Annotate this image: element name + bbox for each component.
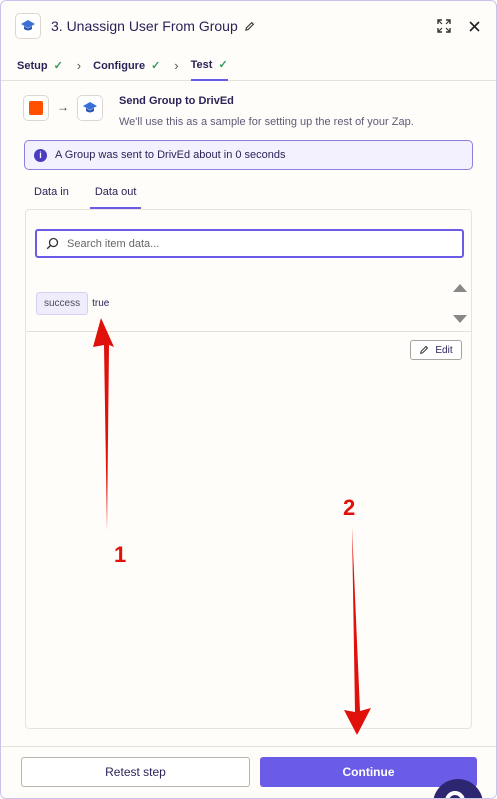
edit-label: Edit [435, 344, 453, 356]
step-tabs: Setup ✓ › Configure ✓ › Test ✓ [1, 51, 496, 81]
pencil-icon [244, 21, 254, 31]
step-configure[interactable]: Configure ✓ [93, 51, 160, 81]
annotation-label-1: 1 [114, 542, 127, 567]
field-value: true [92, 298, 110, 309]
chat-icon [445, 791, 465, 798]
tab-data-in[interactable]: Data in [29, 181, 74, 209]
panel-header: 3. Unassign User From Group [1, 1, 496, 51]
tab-data-out[interactable]: Data out [89, 181, 142, 209]
close-icon [468, 20, 480, 32]
action-title: Send Group to DrivEd [119, 95, 234, 107]
zapier-app-icon [23, 95, 49, 121]
zapier-square-icon [29, 101, 43, 115]
search-input[interactable] [67, 237, 447, 250]
drived-app-icon [77, 95, 103, 121]
chevron-right-icon: › [76, 58, 82, 73]
annotation-label-2: 2 [343, 495, 356, 520]
info-text: A Group was sent to DrivEd about in 0 se… [55, 149, 286, 161]
expand-icon [437, 19, 451, 33]
edit-button[interactable]: Edit [410, 340, 462, 360]
page-title: 3. Unassign User From Group [51, 18, 238, 34]
check-icon: ✓ [218, 59, 228, 71]
step-panel: 3. Unassign User From Group Setup ✓ › Co… [0, 0, 497, 799]
graduation-cap-icon [21, 20, 35, 31]
scroll-down-button[interactable] [453, 315, 467, 323]
search-icon [46, 237, 59, 250]
data-row: success true [36, 292, 109, 315]
step-label: Test [190, 58, 213, 71]
step-test[interactable]: Test ✓ [190, 51, 228, 81]
divider [26, 331, 471, 332]
data-tabs: Data in Data out [29, 181, 142, 209]
expand-button[interactable] [436, 18, 452, 34]
step-label: Setup [17, 59, 48, 72]
info-icon: i [34, 148, 47, 162]
data-out-panel: success true Edit [25, 209, 472, 729]
field-key[interactable]: success [36, 292, 89, 315]
pencil-icon [420, 345, 429, 355]
chevron-right-icon: › [174, 58, 179, 73]
step-setup[interactable]: Setup ✓ [17, 51, 63, 81]
graduation-cap-icon [83, 102, 97, 113]
arrow-right-icon: → [57, 100, 69, 114]
rename-button[interactable] [244, 21, 255, 32]
action-summary: → Send Group to DrivEd We'll use this as… [23, 95, 414, 128]
step-label: Configure [93, 59, 146, 72]
scroll-up-button[interactable] [453, 284, 467, 292]
retest-step-button[interactable]: Retest step [21, 757, 250, 787]
footer-bar: Retest step Continue [1, 746, 496, 798]
action-subtitle: We'll use this as a sample for setting u… [119, 116, 414, 128]
close-button[interactable] [466, 18, 482, 34]
check-icon: ✓ [53, 60, 63, 72]
check-icon: ✓ [151, 60, 161, 72]
info-banner: i A Group was sent to DrivEd about in 0 … [24, 140, 473, 170]
drived-app-icon [15, 13, 41, 39]
search-box[interactable] [35, 229, 464, 258]
